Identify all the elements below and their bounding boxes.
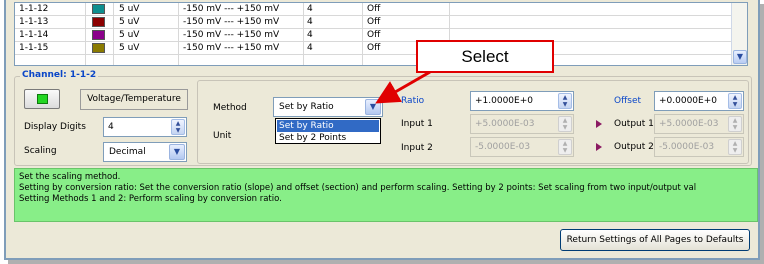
output2-label: Output 2 xyxy=(614,142,654,152)
cell-range: -150 mV --- +150 mV xyxy=(183,30,280,40)
color-swatch xyxy=(92,17,105,27)
spin-arrows-icon[interactable]: ▲ ▼ xyxy=(558,93,572,109)
display-digits-value: 4 xyxy=(108,122,114,132)
panel-shadow-right xyxy=(760,4,764,262)
chevron-down-icon[interactable]: ▼ xyxy=(365,99,381,115)
scaling-value: Decimal xyxy=(109,147,146,157)
input2-value: -5.0000E-03 xyxy=(475,142,531,152)
scaling-label: Scaling xyxy=(24,146,57,156)
scroll-down-icon[interactable]: ▼ xyxy=(733,50,747,64)
output2-field[interactable]: -5.0000E-03 ▲ ▼ xyxy=(654,137,744,157)
panel-shadow-bottom xyxy=(8,260,764,264)
cell-channel: 1-1-15 xyxy=(19,43,49,53)
channel-table: 1-1-12 5 uV -150 mV --- +150 mV 4 Off 1-… xyxy=(14,2,748,66)
cell-state: Off xyxy=(367,43,381,53)
cell-range: -150 mV --- +150 mV xyxy=(183,17,280,27)
cell-resolution: 5 uV xyxy=(119,43,140,53)
channel-title: Channel: 1-1-2 xyxy=(20,70,99,80)
led-indicator-icon xyxy=(37,94,48,104)
offset-field[interactable]: +0.0000E+0 ▲ ▼ xyxy=(654,91,744,111)
offset-label: Offset xyxy=(614,96,642,106)
spin-arrows-icon[interactable]: ▲ ▼ xyxy=(728,93,742,109)
help-panel: Set the scaling method. Setting by conve… xyxy=(14,168,758,222)
spin-arrows-icon: ▲ ▼ xyxy=(558,116,572,132)
chevron-down-icon[interactable]: ▼ xyxy=(169,144,185,160)
input2-field[interactable]: -5.0000E-03 ▲ ▼ xyxy=(470,137,574,157)
scaling-select[interactable]: Decimal ▼ xyxy=(103,142,187,162)
cell-filter: 4 xyxy=(307,4,313,14)
method-value: Set by Ratio xyxy=(279,102,334,112)
offset-value: +0.0000E+0 xyxy=(659,96,717,106)
cell-range: -150 mV --- +150 mV xyxy=(183,4,280,14)
spin-arrows-icon: ▲ ▼ xyxy=(728,139,742,155)
method-label: Method xyxy=(213,103,247,113)
cell-resolution: 5 uV xyxy=(119,17,140,27)
cell-resolution: 5 uV xyxy=(119,4,140,14)
output2-value: -5.0000E-03 xyxy=(659,142,715,152)
cell-channel: 1-1-13 xyxy=(19,17,49,27)
cell-state: Off xyxy=(367,4,381,14)
table-row[interactable]: 1-1-15 5 uV -150 mV --- +150 mV 4 Off xyxy=(15,42,747,55)
method-option-ratio[interactable]: Set by Ratio xyxy=(277,120,379,132)
table-row[interactable]: 1-1-14 5 uV -150 mV --- +150 mV 4 Off xyxy=(15,29,747,42)
spin-arrows-icon[interactable]: ▲ ▼ xyxy=(171,119,185,135)
display-digits-label: Display Digits xyxy=(24,122,86,132)
cell-state: Off xyxy=(367,17,381,27)
unit-label: Unit xyxy=(213,131,232,141)
channel-enable-button[interactable] xyxy=(24,89,60,109)
cell-range: -150 mV --- +150 mV xyxy=(183,43,280,53)
cell-filter: 4 xyxy=(307,30,313,40)
method-select[interactable]: Set by Ratio ▼ xyxy=(273,97,383,117)
cell-state: Off xyxy=(367,30,381,40)
cell-channel: 1-1-12 xyxy=(19,4,49,14)
color-swatch xyxy=(92,4,105,14)
cell-filter: 4 xyxy=(307,17,313,27)
help-line-1: Set the scaling method. xyxy=(19,172,121,182)
select-callout: Select xyxy=(416,40,554,73)
input1-label: Input 1 xyxy=(401,119,433,129)
color-swatch xyxy=(92,30,105,40)
ratio-value: +1.0000E+0 xyxy=(475,96,533,106)
method-option-two-points[interactable]: Set by 2 Points xyxy=(277,132,379,144)
input1-value: +5.0000E-03 xyxy=(475,119,535,129)
return-defaults-button[interactable]: Return Settings of All Pages to Defaults xyxy=(560,229,750,251)
cell-resolution: 5 uV xyxy=(119,30,140,40)
channel-type-label: Voltage/Temperature xyxy=(80,89,188,110)
method-dropdown-list[interactable]: Set by Ratio Set by 2 Points xyxy=(275,118,381,144)
help-line-3: Setting Methods 1 and 2: Perform scaling… xyxy=(19,194,282,204)
cell-filter: 4 xyxy=(307,43,313,53)
ratio-field[interactable]: +1.0000E+0 ▲ ▼ xyxy=(470,91,574,111)
table-row[interactable]: 1-1-12 5 uV -150 mV --- +150 mV 4 Off xyxy=(15,3,747,16)
output1-label: Output 1 xyxy=(614,119,654,129)
input2-label: Input 2 xyxy=(401,143,433,153)
triangle-right-icon xyxy=(596,120,602,128)
spin-arrows-icon: ▲ ▼ xyxy=(558,139,572,155)
output1-field[interactable]: +5.0000E-03 ▲ ▼ xyxy=(654,114,744,134)
ratio-label: Ratio xyxy=(401,96,425,106)
help-line-2: Setting by conversion ratio: Set the con… xyxy=(19,183,697,193)
spin-arrows-icon: ▲ ▼ xyxy=(728,116,742,132)
table-row[interactable]: 1-1-13 5 uV -150 mV --- +150 mV 4 Off xyxy=(15,16,747,29)
color-swatch xyxy=(92,43,105,53)
triangle-right-icon xyxy=(596,143,602,151)
cell-channel: 1-1-14 xyxy=(19,30,49,40)
output1-value: +5.0000E-03 xyxy=(659,119,719,129)
display-digits-stepper[interactable]: 4 ▲ ▼ xyxy=(103,117,187,137)
table-scrollbar[interactable]: ▼ xyxy=(731,3,747,65)
input1-field[interactable]: +5.0000E-03 ▲ ▼ xyxy=(470,114,574,134)
